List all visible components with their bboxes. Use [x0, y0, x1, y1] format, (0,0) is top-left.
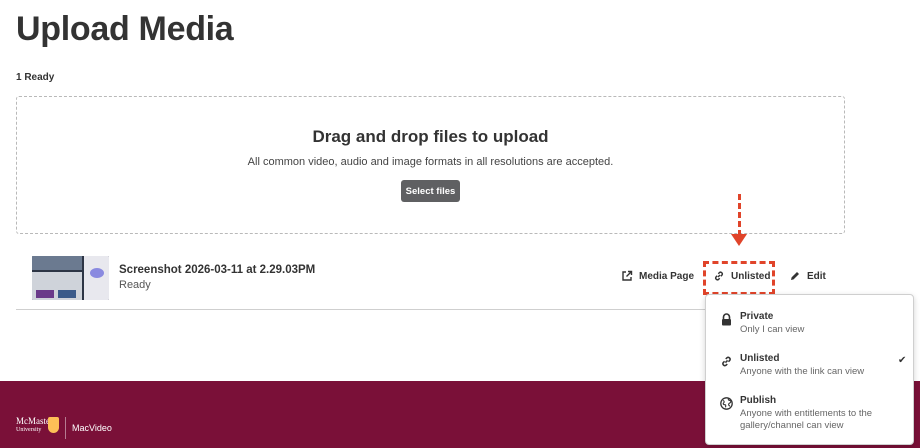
media-page-label: Media Page — [639, 270, 695, 282]
media-thumbnail[interactable] — [32, 256, 109, 300]
globe-icon — [720, 397, 733, 410]
option-description: Anyone with entitlements to the gallery/… — [740, 408, 873, 431]
visibility-option-private[interactable]: Private Only I can view — [706, 311, 915, 351]
footer-product-name: MacVideo — [72, 423, 112, 433]
option-description: Only I can view — [740, 324, 805, 335]
ready-count: 1 Ready — [16, 72, 55, 83]
visibility-option-unlisted[interactable]: Unlisted Anyone with the link can view ✔ — [706, 353, 915, 393]
upload-dropzone[interactable]: Drag and drop files to upload All common… — [16, 96, 845, 234]
media-file-name: Screenshot 2026-03-11 at 2.29.03PM — [119, 264, 316, 276]
edit-label: Edit — [807, 270, 826, 282]
pencil-icon — [791, 272, 799, 280]
annotation-highlight-box — [703, 261, 775, 295]
annotation-arrow-line — [738, 194, 741, 236]
option-label: Publish — [740, 395, 777, 406]
dropzone-subtitle: All common video, audio and image format… — [247, 156, 614, 168]
option-description: Anyone with the link can view — [740, 366, 865, 377]
check-icon: ✔ — [898, 355, 907, 366]
page-title: Upload Media — [16, 10, 234, 48]
option-label: Unlisted — [740, 353, 780, 364]
option-label: Private — [740, 311, 774, 322]
select-files-button[interactable]: Select files — [401, 180, 460, 202]
link-icon — [722, 356, 731, 367]
shield-icon — [48, 417, 59, 433]
footer-divider — [65, 417, 66, 439]
edit-button[interactable]: Edit — [789, 270, 826, 282]
dropzone-title: Drag and drop files to upload — [312, 127, 549, 146]
visibility-option-publish[interactable]: Publish Anyone with entitlements to the … — [706, 395, 915, 435]
media-page-button[interactable]: Media Page — [621, 270, 694, 282]
media-file-status: Ready — [119, 279, 151, 291]
visibility-dropdown: Private Only I can view Unlisted Anyone … — [705, 294, 914, 445]
external-link-icon — [622, 270, 633, 281]
annotation-arrow-head — [731, 234, 747, 246]
lock-icon — [722, 313, 731, 326]
